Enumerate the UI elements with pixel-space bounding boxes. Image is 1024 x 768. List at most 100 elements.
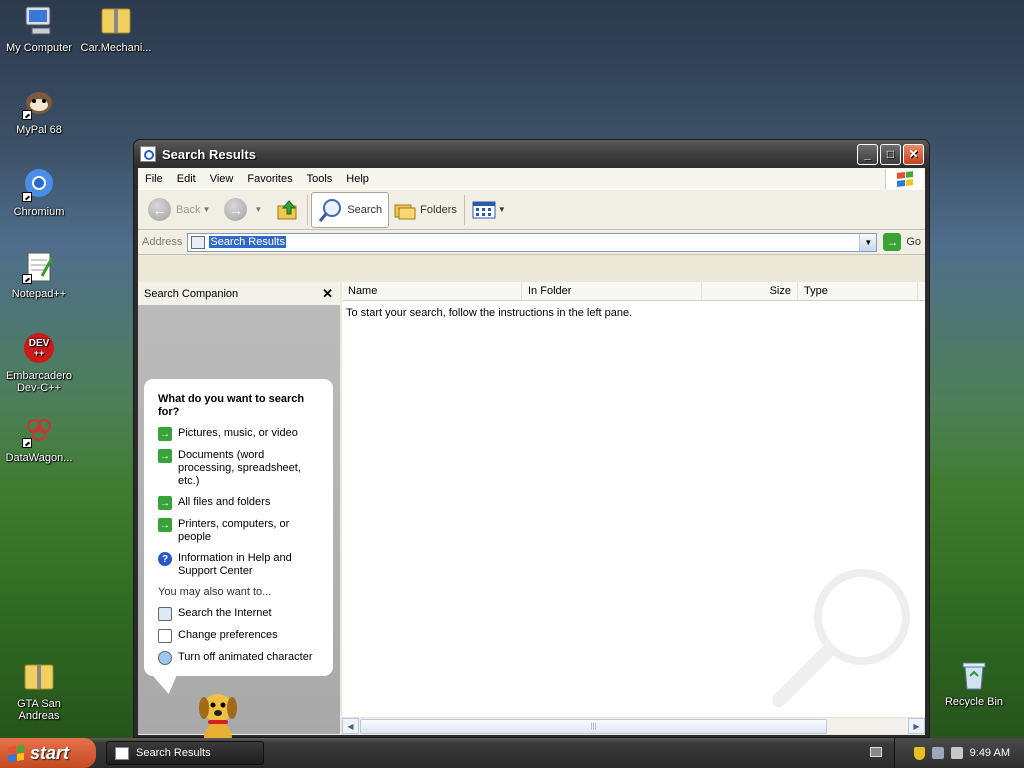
windows-flag-icon (896, 171, 913, 187)
desktop-icon-label: My Computer (5, 42, 73, 54)
folders-button[interactable]: Folders (389, 193, 461, 227)
option-pictures[interactable]: → Pictures, music, or video (158, 427, 319, 441)
option-label: Printers, computers, or people (178, 518, 290, 543)
desktop-icon-notepad[interactable]: Notepad++ (0, 250, 78, 300)
menu-file[interactable]: File (138, 168, 170, 190)
maximize-icon: □ (886, 147, 895, 161)
toolbar: ← Back ▼ → ▼ Search Folders ▼ (138, 190, 925, 230)
maximize-button[interactable]: □ (880, 143, 901, 165)
go-button[interactable]: → Go (883, 233, 921, 251)
svg-text:++: ++ (34, 348, 45, 358)
desktop-icon-car-mechanic[interactable]: Car.Mechani... (77, 4, 155, 54)
desktop-icon-gta[interactable]: GTA San Andreas (0, 660, 78, 722)
clock[interactable]: 9:49 AM (970, 747, 1010, 759)
search-label: Search (347, 203, 383, 216)
menu-edit[interactable]: Edit (170, 168, 203, 190)
search-window-icon (140, 146, 156, 162)
option-turn-off-character[interactable]: Turn off animated character (158, 651, 319, 665)
desktop-icon-label: Car.Mechani... (80, 42, 152, 54)
internet-search-icon (158, 607, 172, 621)
search-results-icon (191, 235, 206, 249)
empty-results-message: To start your search, follow the instruc… (346, 307, 633, 319)
go-label: Go (906, 236, 921, 248)
search-button[interactable]: Search (311, 191, 390, 228)
taskbar-item-search-results[interactable]: Search Results (106, 741, 264, 765)
forward-arrow-icon: → (224, 198, 248, 221)
green-arrow-icon: → (158, 427, 172, 441)
also-label: You may also want to... (158, 586, 272, 598)
option-printers[interactable]: → Printers, computers, or people (158, 518, 319, 544)
minimize-button[interactable]: _ (857, 143, 878, 165)
column-in-folder[interactable]: In Folder (522, 282, 702, 300)
column-size[interactable]: Size (702, 282, 798, 300)
back-button[interactable]: ← Back ▼ (144, 193, 220, 227)
computer-icon (22, 4, 56, 38)
menu-view[interactable]: View (203, 168, 241, 190)
mypal-icon (22, 86, 56, 120)
address-value: Search Results (209, 236, 286, 248)
close-button[interactable]: ✕ (903, 143, 924, 165)
volume-icon[interactable] (950, 747, 963, 759)
search-window-icon (115, 746, 129, 760)
address-label: Address (142, 236, 183, 248)
views-button[interactable]: ▼ (468, 193, 516, 227)
back-arrow-icon: ← (148, 198, 171, 221)
window-title: Search Results (162, 146, 256, 162)
forward-button[interactable]: → ▼ (220, 193, 272, 227)
shortcut-arrow-icon (22, 438, 32, 448)
desktop-icon-devcpp[interactable]: DEV ++ Embarcadero Dev-C++ (0, 332, 78, 394)
close-icon: ✕ (322, 285, 333, 301)
minimize-icon: _ (864, 147, 871, 161)
address-dropdown-button[interactable]: ▼ (859, 233, 877, 251)
keyboard-icon[interactable] (870, 747, 882, 757)
menu-help[interactable]: Help (339, 168, 376, 190)
help-icon: ? (158, 552, 172, 566)
folders-label: Folders (420, 203, 457, 216)
shortcut-arrow-icon (22, 274, 32, 284)
option-documents[interactable]: → Documents (word processing, spreadsheet… (158, 449, 319, 488)
menu-favorites[interactable]: Favorites (240, 168, 299, 190)
toolbar-separator (463, 194, 465, 225)
search-companion-header: Search Companion ✕ (138, 282, 340, 306)
scroll-right-icon[interactable]: ▶ (908, 718, 925, 734)
option-label: All files and folders (178, 496, 271, 508)
network-icon[interactable] (931, 747, 944, 759)
address-bar: Address Search Results ▼ → Go (138, 230, 925, 255)
devcpp-icon: DEV ++ (22, 332, 56, 366)
up-button[interactable] (272, 193, 304, 227)
go-arrow-icon: → (883, 233, 902, 251)
menu-tools[interactable]: Tools (300, 168, 340, 190)
address-input[interactable]: Search Results ▼ (187, 232, 878, 252)
shortcut-arrow-icon (22, 192, 32, 202)
search-results-window: Search Results _ □ ✕ File Edit View Favo… (133, 139, 930, 757)
folder-up-icon (277, 199, 297, 219)
security-shield-icon[interactable] (913, 746, 925, 760)
green-arrow-icon: → (158, 496, 172, 510)
scroll-left-icon[interactable]: ◀ (342, 718, 359, 734)
close-icon: ✕ (908, 147, 919, 161)
close-pane-button[interactable]: ✕ (322, 286, 333, 302)
horizontal-scrollbar[interactable]: ◀ ||| ▶ (342, 717, 925, 734)
option-help-center[interactable]: ? Information in Help and Support Center (158, 552, 319, 578)
green-arrow-icon: → (158, 518, 172, 532)
option-search-internet[interactable]: Search the Internet (158, 607, 319, 621)
option-label: Pictures, music, or video (178, 427, 298, 439)
column-type[interactable]: Type (798, 282, 918, 300)
title-bar[interactable]: Search Results _ □ ✕ (138, 140, 925, 168)
start-button[interactable]: start (0, 738, 96, 768)
windows-flag-icon (8, 744, 24, 763)
option-all-files[interactable]: → All files and folders (158, 496, 319, 510)
shortcut-arrow-icon (22, 110, 32, 120)
desktop-icon-chromium[interactable]: Chromium (0, 168, 78, 218)
desktop-icon-my-computer[interactable]: My Computer (0, 4, 78, 54)
column-name[interactable]: Name (342, 282, 522, 300)
desktop-icon-recycle-bin[interactable]: Recycle Bin (935, 658, 1013, 708)
desktop-icon-label: Notepad++ (11, 288, 67, 300)
desktop-icon-label: Chromium (13, 206, 65, 218)
desktop-icon-datawagon[interactable]: DataWagon... (0, 414, 78, 464)
globe-icon (158, 651, 172, 665)
option-label: Change preferences (178, 629, 278, 641)
option-change-preferences[interactable]: Change preferences (158, 629, 319, 643)
scroll-thumb[interactable]: ||| (360, 719, 827, 734)
desktop-icon-mypal[interactable]: MyPal 68 (0, 86, 78, 136)
